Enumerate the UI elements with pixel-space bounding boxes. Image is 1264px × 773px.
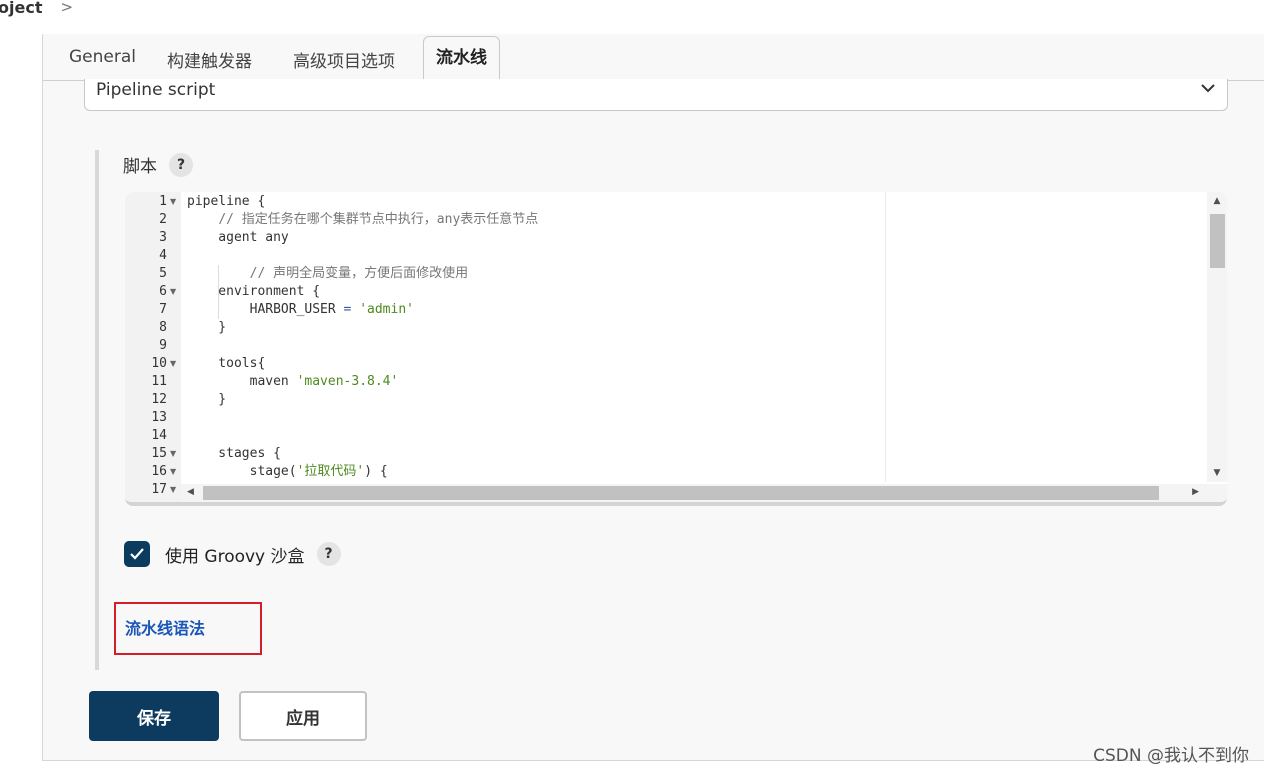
indent-guide: [218, 265, 219, 301]
line-number: 10: [151, 356, 167, 371]
scroll-down-icon[interactable]: ▼: [1207, 468, 1227, 478]
line-number: 5: [159, 266, 167, 281]
code-area[interactable]: pipeline { // 指定任务在哪个集群节点中执行，any表示任意节点 a…: [181, 192, 1207, 482]
page: oject > General 构建触发器 高级项目选项 流水线 Pipelin…: [0, 0, 1264, 773]
section-indent-bar: [95, 150, 99, 670]
tab-pipeline[interactable]: 流水线: [423, 36, 500, 81]
code-line: // 声明全局变量，方便后面修改使用: [249, 266, 469, 281]
tab-build-triggers[interactable]: 构建触发器: [167, 47, 252, 72]
line-number: 16: [151, 464, 167, 479]
fold-arrow-icon[interactable]: ▼: [170, 445, 176, 463]
line-number: 2: [159, 212, 167, 227]
code-line: tools{: [187, 356, 266, 371]
script-editor[interactable]: 1 ▼ 2 3 4 5 6 ▼ 7 8 9 10 ▼ 11 12 13 14 15 ▼ 16 ▼ 17 ▼ pipeline…: [125, 192, 1227, 506]
code-line: }: [187, 392, 227, 407]
code-line: environment {: [187, 284, 321, 299]
breadcrumb-item[interactable]: oject: [0, 0, 42, 17]
horizontal-scroll-thumb[interactable]: [203, 486, 1159, 500]
script-help-icon[interactable]: ?: [169, 152, 193, 177]
fold-arrow-icon[interactable]: ▼: [170, 355, 176, 373]
save-button[interactable]: 保存: [89, 691, 219, 741]
fold-arrow-icon[interactable]: ▼: [170, 193, 176, 211]
check-icon: [130, 548, 144, 560]
groovy-sandbox-checkbox[interactable]: [124, 541, 150, 567]
scroll-left-icon[interactable]: ◀: [187, 487, 194, 497]
line-number: 4: [159, 248, 167, 263]
tab-bar: General 构建触发器 高级项目选项 流水线: [43, 34, 1264, 81]
print-margin: [885, 192, 886, 482]
horizontal-scrollbar[interactable]: ◀ ▶: [181, 484, 1227, 502]
code-line: stages {: [187, 446, 281, 461]
code-line: HARBOR_USER = 'admin': [187, 302, 414, 317]
fold-arrow-icon[interactable]: ▼: [170, 283, 176, 301]
indent-guide: [218, 301, 219, 319]
scroll-right-icon[interactable]: ▶: [1192, 487, 1199, 497]
line-number: 13: [151, 410, 167, 425]
vertical-scroll-thumb[interactable]: [1210, 214, 1225, 268]
fold-arrow-icon[interactable]: ▼: [170, 463, 176, 481]
definition-select-value: Pipeline script: [96, 80, 216, 100]
sandbox-help-icon[interactable]: ?: [316, 542, 341, 566]
config-panel: General 构建触发器 高级项目选项 流水线 Pipeline script…: [42, 34, 1264, 761]
line-number: 8: [159, 320, 167, 335]
apply-button[interactable]: 应用: [239, 691, 367, 741]
tab-general[interactable]: General: [69, 47, 136, 67]
line-number: 3: [159, 230, 167, 245]
groovy-sandbox-row: 使用 Groovy 沙盒 ?: [124, 541, 341, 567]
line-number: 11: [151, 374, 167, 389]
code-line: agent any: [187, 230, 289, 245]
line-number: 12: [151, 392, 167, 407]
code-line: }: [187, 320, 227, 335]
line-number-gutter: 1 ▼ 2 3 4 5 6 ▼ 7 8 9 10 ▼ 11 12 13 14 15 ▼ 16 ▼ 17 ▼: [125, 192, 181, 502]
watermark: CSDN @我认不到你: [1093, 746, 1249, 766]
line-number: 7: [159, 302, 167, 317]
fold-arrow-icon[interactable]: ▼: [170, 481, 176, 499]
line-number: 14: [151, 428, 167, 443]
code-line: // 指定任务在哪个集群节点中执行，any表示任意节点: [218, 212, 539, 227]
line-number: 15: [151, 446, 167, 461]
pipeline-syntax-link[interactable]: 流水线语法: [125, 615, 205, 639]
chevron-down-icon: [1199, 79, 1217, 101]
line-number: 1: [159, 194, 167, 209]
line-number: 17: [151, 482, 167, 497]
definition-select[interactable]: Pipeline script: [84, 79, 1228, 111]
line-number: 9: [159, 338, 167, 353]
groovy-sandbox-label: 使用 Groovy 沙盒: [165, 546, 305, 567]
line-number: 6: [159, 284, 167, 299]
code-line: maven 'maven-3.8.4': [187, 374, 399, 389]
script-label: 脚本: [123, 157, 157, 177]
scroll-up-icon[interactable]: ▲: [1207, 196, 1227, 206]
highlight-box: 流水线语法: [114, 602, 262, 655]
tab-advanced-project-options[interactable]: 高级项目选项: [293, 47, 395, 72]
code-line: pipeline {: [187, 194, 266, 209]
breadcrumb-chevron-icon: >: [60, 0, 74, 16]
vertical-scrollbar[interactable]: ▲ ▼: [1207, 192, 1227, 482]
script-label-row: 脚本 ?: [123, 152, 193, 177]
code-line: stage('拉取代码') {: [187, 464, 388, 479]
breadcrumb: oject >: [0, 0, 73, 18]
